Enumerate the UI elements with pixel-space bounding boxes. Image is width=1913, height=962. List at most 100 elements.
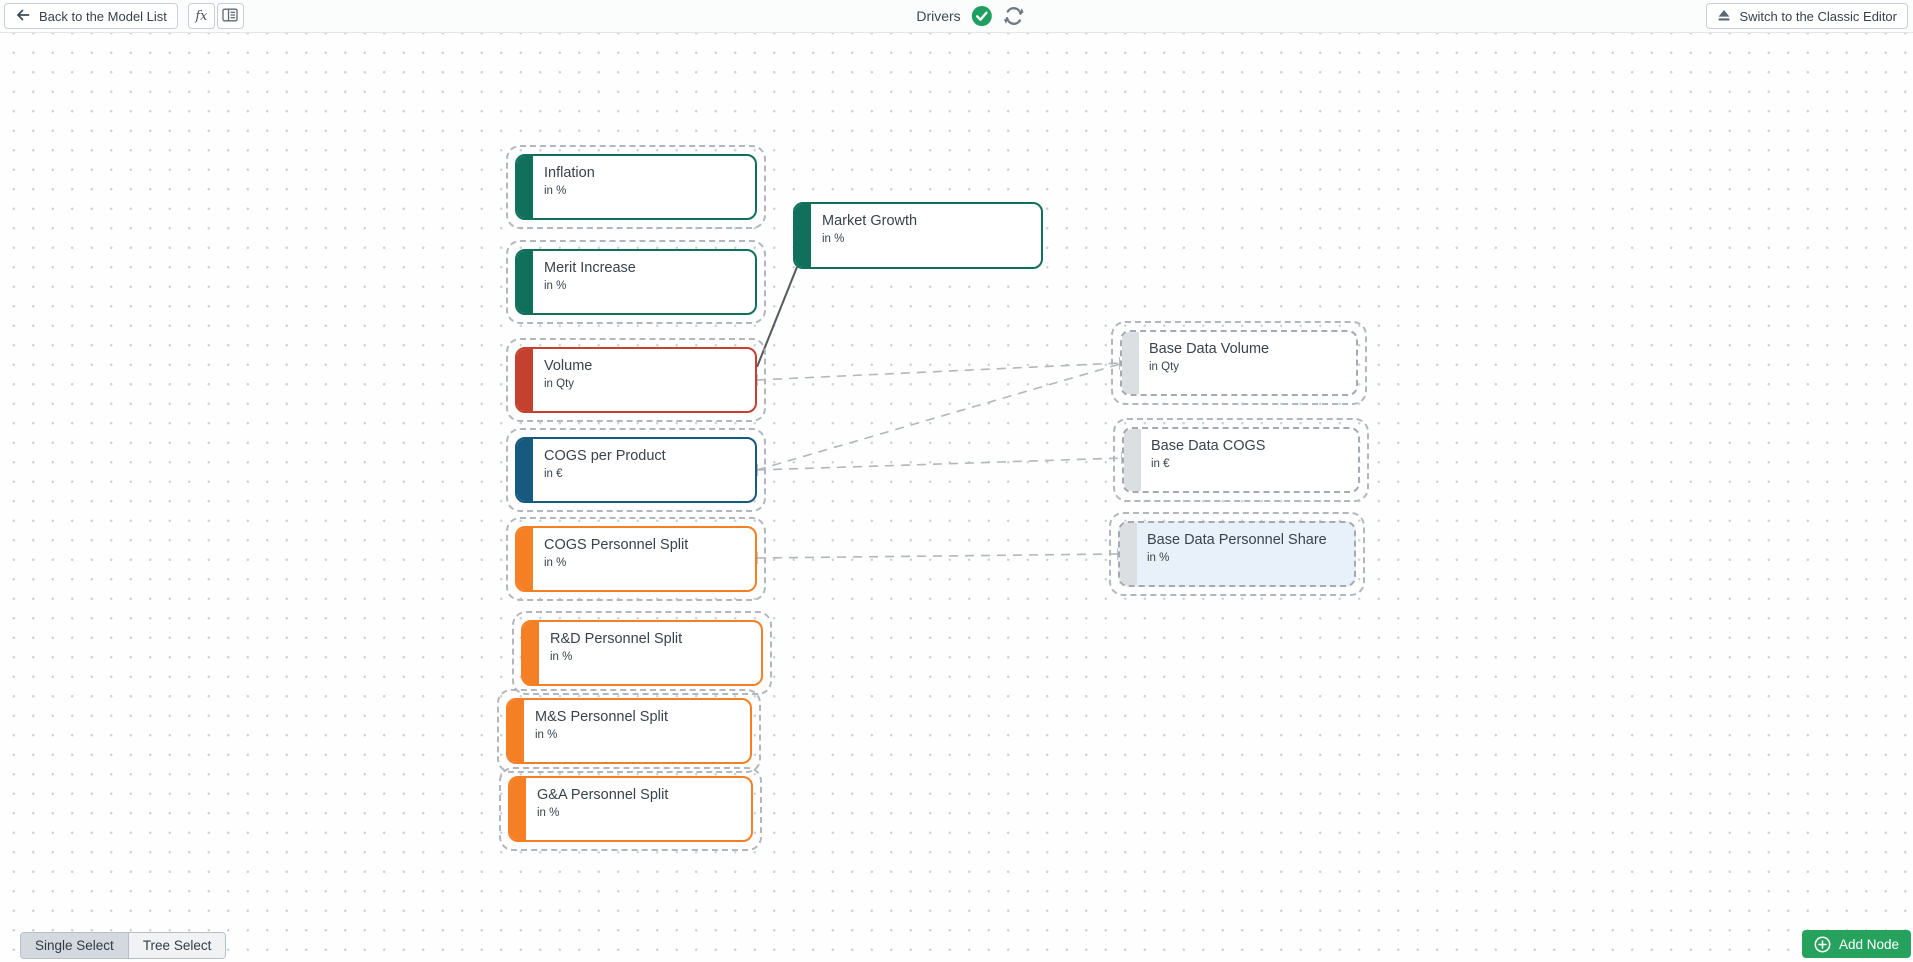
topbar: Back to the Model List fx Drivers Switch…: [0, 0, 1913, 33]
node-body: R&D Personnel Split in %: [521, 620, 763, 686]
node-color-bar: [1122, 332, 1139, 394]
node-title: Base Data Personnel Share: [1147, 531, 1348, 550]
node-rd-personnel-split[interactable]: R&D Personnel Split in %: [521, 620, 763, 686]
panel-view-button[interactable]: [217, 3, 244, 29]
node-color-bar: [517, 251, 533, 313]
model-title: Drivers: [916, 8, 960, 24]
node-text: Volume in Qty: [544, 357, 749, 390]
node-color-bar: [795, 204, 811, 267]
node-title: G&A Personnel Split: [537, 786, 745, 805]
node-title: Merit Increase: [544, 259, 749, 278]
node-unit: in %: [535, 729, 744, 741]
node-text: Market Growth in %: [822, 212, 1035, 245]
fx-icon: fx: [195, 9, 207, 24]
formula-editor-button[interactable]: fx: [188, 3, 215, 29]
edge-volume-base-data-volume[interactable]: [757, 363, 1120, 380]
plus-circle-icon: [1814, 936, 1831, 953]
back-button-label: Back to the Model List: [39, 9, 167, 24]
edge-cogs-per-product-base-data-volume[interactable]: [757, 364, 1120, 470]
node-unit: in Qty: [544, 378, 749, 390]
node-base-data-personnel-share[interactable]: Base Data Personnel Share in %: [1118, 521, 1356, 587]
model-canvas[interactable]: Inflation in % Merit Increase in % Volume in …: [0, 33, 1913, 962]
tree-select-button[interactable]: Tree Select: [129, 933, 226, 958]
node-unit: in %: [544, 185, 749, 197]
node-color-bar: [1120, 523, 1137, 585]
node-title: M&S Personnel Split: [535, 708, 744, 727]
add-node-button[interactable]: Add Node: [1802, 930, 1911, 958]
node-color-bar: [517, 156, 533, 218]
node-title: Volume: [544, 357, 749, 376]
node-body: Merit Increase in %: [515, 249, 757, 315]
node-unit: in €: [544, 468, 749, 480]
node-ga-personnel-split[interactable]: G&A Personnel Split in %: [508, 776, 753, 842]
node-cogs-per-product[interactable]: COGS per Product in €: [515, 437, 757, 503]
node-text: Base Data COGS in €: [1151, 437, 1352, 470]
switch-classic-editor-button[interactable]: Switch to the Classic Editor: [1706, 3, 1908, 29]
topbar-right-group: Switch to the Classic Editor: [1706, 3, 1908, 29]
node-body: Inflation in %: [515, 154, 757, 220]
node-text: M&S Personnel Split in %: [535, 708, 744, 741]
node-title: Market Growth: [822, 212, 1035, 231]
node-unit: in %: [1147, 552, 1348, 564]
edge-cogs-personnel-split-base-data-personnel-share[interactable]: [757, 554, 1118, 558]
topbar-left-group: Back to the Model List fx: [4, 3, 244, 29]
switch-button-label: Switch to the Classic Editor: [1739, 9, 1897, 24]
node-body: Market Growth in %: [793, 202, 1043, 269]
node-title: COGS Personnel Split: [544, 536, 749, 555]
check-circle-icon: [971, 5, 993, 27]
node-base-data-cogs[interactable]: Base Data COGS in €: [1122, 427, 1360, 493]
node-body: Base Data Personnel Share in %: [1118, 521, 1356, 587]
node-text: COGS Personnel Split in %: [544, 536, 749, 569]
node-text: COGS per Product in €: [544, 447, 749, 480]
topbar-center-group: Drivers: [916, 5, 1024, 27]
node-cogs-personnel-split[interactable]: COGS Personnel Split in %: [515, 526, 757, 592]
node-title: Base Data Volume: [1149, 340, 1350, 359]
node-title: COGS per Product: [544, 447, 749, 466]
eject-icon: [1717, 8, 1731, 25]
node-inflation[interactable]: Inflation in %: [515, 154, 757, 220]
node-color-bar: [517, 528, 533, 590]
node-body: G&A Personnel Split in %: [508, 776, 753, 842]
panel-table-icon: [222, 8, 238, 25]
node-body: Base Data Volume in Qty: [1120, 330, 1358, 396]
node-merit-increase[interactable]: Merit Increase in %: [515, 249, 757, 315]
node-body: COGS per Product in €: [515, 437, 757, 503]
node-body: M&S Personnel Split in %: [506, 698, 752, 764]
node-color-bar: [1124, 429, 1141, 491]
node-text: Base Data Personnel Share in %: [1147, 531, 1348, 564]
node-base-data-volume[interactable]: Base Data Volume in Qty: [1120, 330, 1358, 396]
node-market-growth[interactable]: Market Growth in %: [793, 202, 1043, 269]
node-color-bar: [523, 622, 539, 684]
node-text: Merit Increase in %: [544, 259, 749, 292]
back-arrow-icon: [15, 8, 31, 25]
node-text: Base Data Volume in Qty: [1149, 340, 1350, 373]
node-color-bar: [517, 349, 533, 411]
node-unit: in %: [822, 233, 1035, 245]
back-to-model-list-button[interactable]: Back to the Model List: [4, 3, 178, 29]
node-volume[interactable]: Volume in Qty: [515, 347, 757, 413]
single-select-button[interactable]: Single Select: [21, 933, 129, 958]
add-node-label: Add Node: [1839, 937, 1899, 952]
node-title: Base Data COGS: [1151, 437, 1352, 456]
node-body: Volume in Qty: [515, 347, 757, 413]
node-unit: in %: [550, 651, 755, 663]
node-ms-personnel-split[interactable]: M&S Personnel Split in %: [506, 698, 752, 764]
node-color-bar: [510, 778, 526, 840]
node-color-bar: [517, 439, 533, 501]
node-unit: in %: [544, 557, 749, 569]
node-text: Inflation in %: [544, 164, 749, 197]
node-body: Base Data COGS in €: [1122, 427, 1360, 493]
node-text: G&A Personnel Split in %: [537, 786, 745, 819]
edge-layer: [0, 33, 1913, 962]
selection-mode-toggle: Single Select Tree Select: [20, 932, 226, 959]
node-title: Inflation: [544, 164, 749, 183]
node-unit: in %: [544, 280, 749, 292]
node-unit: in %: [537, 807, 745, 819]
node-unit: in Qty: [1149, 361, 1350, 373]
refresh-icon[interactable]: [1003, 5, 1025, 27]
edge-cogs-per-product-base-data-cogs[interactable]: [757, 458, 1122, 470]
node-title: R&D Personnel Split: [550, 630, 755, 649]
node-body: COGS Personnel Split in %: [515, 526, 757, 592]
node-unit: in €: [1151, 458, 1352, 470]
node-color-bar: [508, 700, 524, 762]
